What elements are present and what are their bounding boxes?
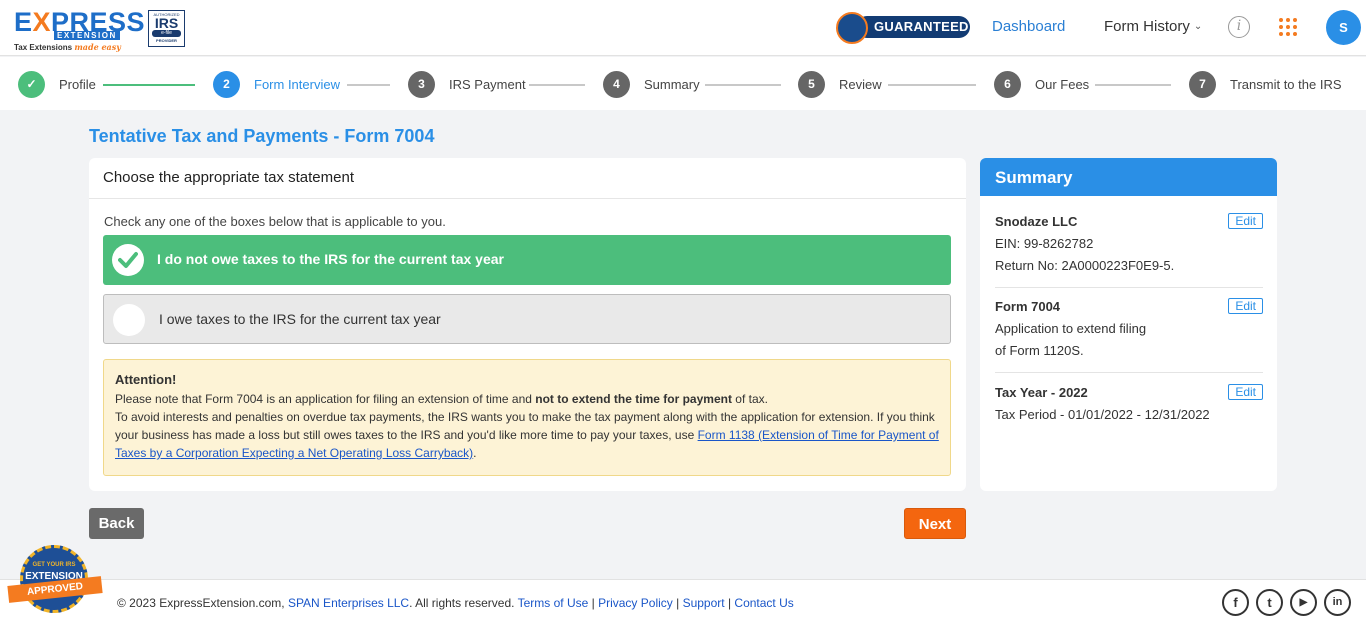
terms-link[interactable]: Terms of Use [518, 596, 589, 610]
page-title: Tentative Tax and Payments - Form 7004 [89, 126, 435, 146]
step-connector [888, 84, 976, 86]
span-enterprises-link[interactable]: SPAN Enterprises LLC [288, 596, 409, 610]
step-irs-payment[interactable]: 3 IRS Payment [408, 70, 526, 98]
step-connector [1095, 84, 1171, 86]
twitter-icon[interactable]: t [1256, 589, 1283, 616]
contact-link[interactable]: Contact Us [734, 596, 793, 610]
step-label: Form Interview [254, 76, 340, 92]
footer: © 2023 ExpressExtension.com, SPAN Enterp… [0, 579, 1366, 625]
edit-business-button[interactable]: Edit [1228, 213, 1263, 229]
guaranteed-label: GUARANTEED [856, 16, 970, 38]
step-label: Review [839, 76, 882, 92]
step-label: IRS Payment [449, 76, 526, 92]
step-number: 2 [213, 70, 240, 98]
nav-form-history-dropdown[interactable]: Form History ⌄ [1104, 18, 1202, 35]
return-number: Return No: 2A0000223F0E9-5. [995, 258, 1175, 273]
guaranteed-badge: GUARANTEED [836, 12, 972, 44]
option-do-not-owe[interactable]: I do not owe taxes to the IRS for the cu… [103, 235, 951, 285]
step-connector [705, 84, 781, 86]
step-label: Transmit to the IRS [1230, 76, 1342, 92]
attention-text: To avoid interests and penalties on over… [115, 410, 939, 460]
youtube-icon[interactable]: ▶ [1290, 589, 1317, 616]
step-review[interactable]: 5 Review [798, 70, 882, 98]
footer-copyright: © 2023 ExpressExtension.com, SPAN Enterp… [117, 596, 794, 610]
guarantee-seal-icon [836, 12, 868, 44]
express-extension-logo[interactable]: EXPRESS EXTENSION Tax Extensions made ea… [14, 7, 145, 52]
logo-tagline: Tax Extensions made easy [14, 42, 121, 52]
user-avatar[interactable]: S [1326, 10, 1361, 45]
privacy-link[interactable]: Privacy Policy [598, 596, 673, 610]
summary-business: Snodaze LLC EIN: 99-8262782 Return No: 2… [995, 211, 1263, 277]
step-connector [103, 84, 195, 86]
step-label: Our Fees [1035, 76, 1090, 92]
step-label: Summary [644, 76, 700, 92]
approved-badge: GET YOUR IRS EXTENSION APPROVED [7, 545, 103, 621]
apps-grid-icon[interactable] [1279, 18, 1297, 36]
instruction-text: Check any one of the boxes below that is… [104, 214, 446, 229]
header: EXPRESS EXTENSION Tax Extensions made ea… [0, 0, 1366, 56]
step-label: Profile [59, 76, 96, 92]
support-link[interactable]: Support [683, 596, 725, 610]
next-button[interactable]: Next [904, 508, 966, 539]
step-profile[interactable]: ✓ Profile [18, 70, 96, 98]
step-number: 4 [603, 70, 630, 98]
linkedin-icon[interactable]: in [1324, 589, 1351, 616]
summary-form: Form 7004 Application to extend filing o… [995, 296, 1263, 362]
step-transmit[interactable]: 7 Transmit to the IRS [1189, 70, 1342, 98]
divider [995, 287, 1263, 288]
edit-form-button[interactable]: Edit [1228, 298, 1263, 314]
summary-tax-year: Tax Year - 2022 Tax Period - 01/01/2022 … [995, 382, 1263, 426]
empty-circle-icon [113, 304, 145, 336]
info-icon[interactable]: i [1228, 16, 1250, 38]
divider [995, 372, 1263, 373]
nav-dashboard-link[interactable]: Dashboard [992, 18, 1065, 35]
progress-stepper: ✓ Profile 2 Form Interview 3 IRS Payment… [0, 57, 1366, 110]
logo-sub: EXTENSION [54, 31, 120, 40]
form-name: Form 7004 [995, 299, 1061, 314]
attention-box: Attention! Please note that Form 7004 is… [103, 359, 951, 476]
option-owe[interactable]: I owe taxes to the IRS for the current t… [103, 294, 951, 344]
step-connector [347, 84, 390, 86]
form-desc: Application to extend filing [995, 321, 1147, 336]
option-label: I owe taxes to the IRS for the current t… [159, 311, 441, 327]
form-desc: of Form 1120S. [995, 343, 1084, 358]
facebook-icon[interactable]: f [1222, 589, 1249, 616]
step-form-interview[interactable]: 2 Form Interview [213, 70, 340, 98]
tax-statement-card: Choose the appropriate tax statement Che… [89, 158, 966, 491]
step-number: 5 [798, 70, 825, 98]
summary-panel: Summary Snodaze LLC EIN: 99-8262782 Retu… [980, 158, 1277, 491]
step-connector [529, 84, 585, 86]
attention-title: Attention! [115, 372, 177, 387]
card-title: Choose the appropriate tax statement [89, 158, 966, 199]
attention-text: Please note that Form 7004 is an applica… [115, 392, 768, 406]
step-number: 6 [994, 70, 1021, 98]
back-button[interactable]: Back [89, 508, 144, 539]
option-label: I do not owe taxes to the IRS for the cu… [157, 251, 504, 267]
step-summary[interactable]: 4 Summary [603, 70, 700, 98]
step-our-fees[interactable]: 6 Our Fees [994, 70, 1089, 98]
step-number: 7 [1189, 70, 1216, 98]
summary-title: Summary [980, 158, 1277, 196]
tax-period: Tax Period - 01/01/2022 - 12/31/2022 [995, 407, 1210, 422]
check-icon [112, 244, 144, 276]
chevron-down-icon: ⌄ [1193, 21, 1203, 32]
business-ein: EIN: 99-8262782 [995, 236, 1094, 251]
step-number: 3 [408, 70, 435, 98]
business-name: Snodaze LLC [995, 214, 1078, 229]
edit-tax-year-button[interactable]: Edit [1228, 384, 1263, 400]
check-icon: ✓ [18, 70, 45, 98]
tax-year: Tax Year - 2022 [995, 385, 1088, 400]
irs-provider-badge: AUTHORIZED IRS e-file PROVIDER [148, 10, 185, 47]
